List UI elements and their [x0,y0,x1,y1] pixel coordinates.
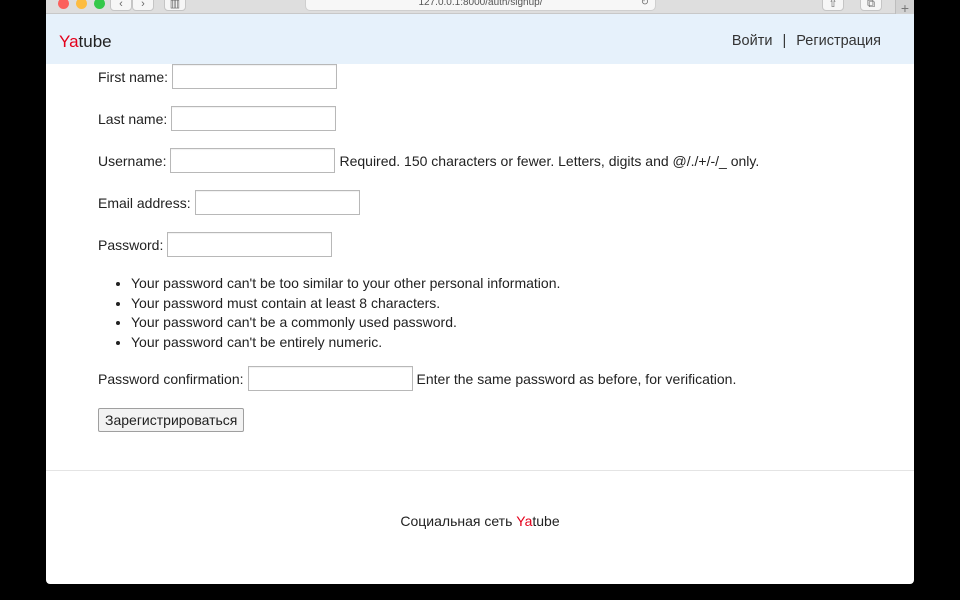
password-input[interactable] [167,232,333,257]
sidebar-icon: ▥ [169,0,181,10]
chevron-left-icon: ‹ [119,0,123,10]
first-name-row: First name: [98,64,338,89]
password-rule-item: Your password must contain at least 8 ch… [131,294,560,314]
password-rules-list: Your password can't be too similar to yo… [131,274,560,353]
chevron-right-icon: › [141,0,145,10]
password-row: Password: [98,232,333,257]
last-name-label: Last name: [98,110,168,127]
password-label: Password: [98,236,164,253]
url-text: 127.0.0.1:8000/auth/signup/ [418,0,543,8]
new-tab-button[interactable]: + [895,0,914,16]
password-rule-item: Your password can't be a commonly used p… [131,313,560,333]
last-name-row: Last name: [98,106,337,131]
window-controls [58,0,105,9]
nav-separator: | [782,33,787,49]
close-window-button[interactable] [58,0,69,9]
email-label: Email address: [98,194,191,211]
site-navbar: Yatube Войти | Регистрация [46,14,914,64]
tab-overview-button[interactable]: ⧉ [860,0,882,11]
password-rule-item: Your password can't be too similar to yo… [131,274,560,294]
last-name-input[interactable] [171,106,337,131]
email-row: Email address: [98,190,360,215]
site-footer: Социальная сеть Yatube [46,513,914,529]
username-row: Username: Required. 150 characters or fe… [98,148,759,173]
footer-text: Социальная сеть [400,513,517,529]
password-rule-item: Your password can't be entirely numeric. [131,333,560,353]
username-label: Username: [98,152,167,169]
share-button[interactable]: ⇧ [822,0,844,11]
signup-link[interactable]: Регистрация [796,33,881,49]
email-input[interactable] [194,190,360,215]
footer-brand-suffix: tube [532,513,560,529]
login-link[interactable]: Войти [732,33,773,49]
register-submit-button[interactable]: Зарегистрироваться [98,408,245,432]
password-confirmation-row: Password confirmation: Enter the same pa… [98,366,736,391]
nav-links: Войти | Регистрация [732,33,881,49]
password-confirmation-input[interactable] [247,366,413,391]
brand-suffix: tube [78,32,112,51]
minimize-window-button[interactable] [76,0,87,9]
back-button[interactable]: ‹ [110,0,132,11]
password-confirmation-help-text: Enter the same password as before, for v… [416,370,737,387]
brand-prefix: Ya [59,32,79,51]
first-name-label: First name: [98,68,169,85]
sidebar-toggle-button[interactable]: ▥ [164,0,186,11]
page-content: Yatube Войти | Регистрация First name: L… [46,14,914,584]
forward-button[interactable]: › [132,0,154,11]
first-name-input[interactable] [172,64,338,89]
password-confirmation-label: Password confirmation: [98,370,244,387]
address-bar[interactable]: 127.0.0.1:8000/auth/signup/ ↻ [305,0,656,11]
reload-icon[interactable]: ↻ [641,0,649,11]
browser-toolbar: ‹ › ▥ 127.0.0.1:8000/auth/signup/ ↻ ⇧ ⧉ … [46,0,914,16]
footer-brand-prefix: Ya [516,513,533,529]
username-input[interactable] [170,148,336,173]
brand-logo-link[interactable]: Yatube [59,32,112,52]
username-help-text: Required. 150 characters or fewer. Lette… [339,152,760,169]
footer-divider [46,470,914,471]
tabs-icon: ⧉ [867,0,875,10]
share-icon: ⇧ [828,0,838,10]
zoom-window-button[interactable] [94,0,105,9]
